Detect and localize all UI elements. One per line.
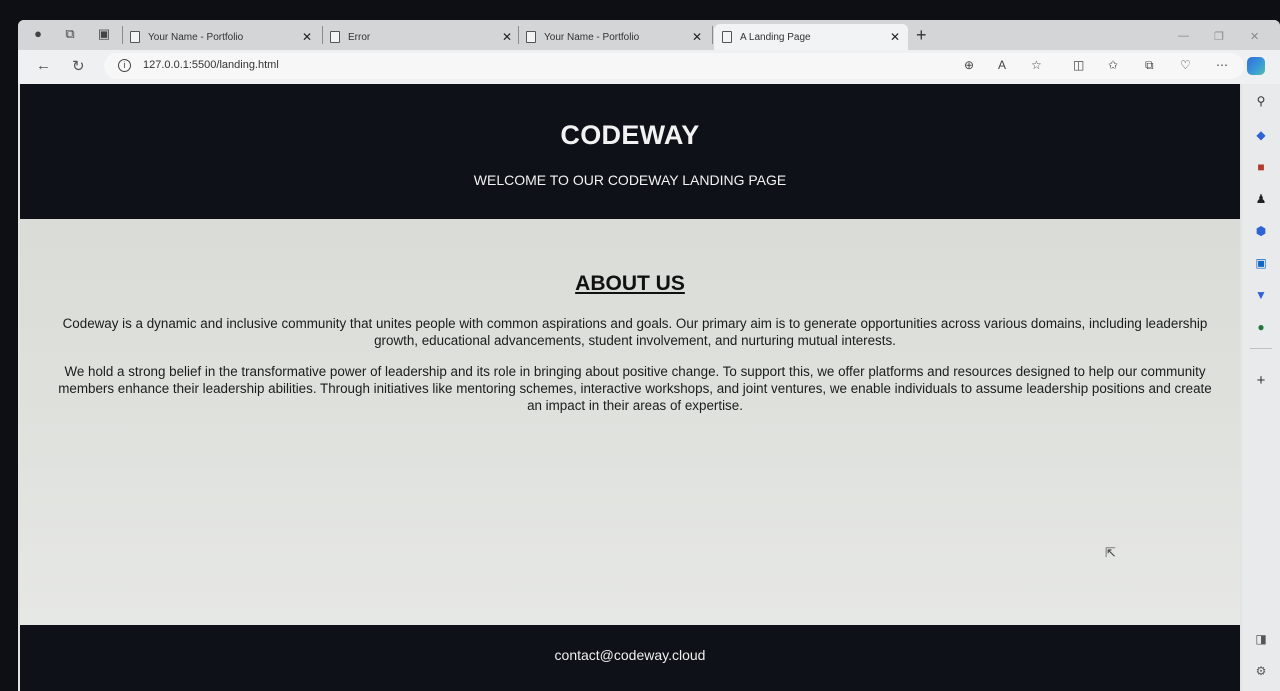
new-tab-icon[interactable]: + (916, 26, 927, 44)
sidebar-divider (1250, 348, 1272, 349)
tab-error[interactable]: Error ✕ (330, 24, 520, 50)
drop-icon[interactable]: ▼ (1254, 288, 1268, 302)
welcome-subtitle: WELCOME TO OUR CODEWAY LANDING PAGE (473, 172, 787, 188)
tab-bar: ● ⧉ ▣ Your Name - Portfolio ✕ Error ✕ Yo… (18, 20, 1280, 50)
search-icon[interactable]: ⚲ (1254, 94, 1268, 108)
tab-divider (712, 26, 713, 44)
address-toolbar: ← ↻ i 127.0.0.1:5500/landing.html ⊕ A ☆ … (18, 50, 1280, 84)
tab-title: Your Name - Portfolio (544, 31, 640, 43)
about-paragraph-2: We hold a strong belief in the transform… (58, 364, 1212, 413)
read-aloud-icon[interactable]: A (998, 58, 1006, 72)
tools-briefcase-icon[interactable]: ■ (1254, 160, 1268, 174)
browser-essentials-icon[interactable]: ♡ (1180, 58, 1191, 72)
tab-actions-icon[interactable]: ▣ (96, 26, 112, 42)
tab-title: Your Name - Portfolio (148, 31, 244, 43)
tab-divider (322, 26, 323, 44)
mouse-cursor-icon: ⇱ (1105, 545, 1116, 560)
landing-page: CODEWAY WELCOME TO OUR CODEWAY LANDING P… (20, 84, 1240, 691)
site-info-icon[interactable]: i (118, 59, 131, 72)
tab-title: A Landing Page (740, 31, 811, 43)
page-footer: contact@codeway.cloud (20, 625, 1240, 691)
close-icon[interactable]: ✕ (502, 30, 512, 44)
page-icon (130, 31, 140, 43)
about-heading: ABOUT US (575, 272, 685, 295)
tab-portfolio-1[interactable]: Your Name - Portfolio ✕ (130, 24, 320, 50)
games-icon[interactable]: ♟ (1254, 192, 1268, 206)
shopping-tag-icon[interactable]: ◆ (1254, 128, 1268, 142)
window-close-icon[interactable]: ✕ (1250, 30, 1259, 43)
maximize-icon[interactable]: ❐ (1214, 30, 1224, 43)
favorite-star-icon[interactable]: ☆ (1031, 58, 1042, 72)
favorites-icon[interactable]: ✩ (1108, 58, 1118, 72)
back-icon[interactable]: ← (36, 57, 51, 74)
outlook-icon[interactable]: ▣ (1254, 256, 1268, 270)
split-screen-icon[interactable]: ◫ (1073, 58, 1084, 72)
microsoft365-icon[interactable]: ⬢ (1254, 224, 1268, 238)
copilot-icon[interactable] (1247, 57, 1265, 75)
add-sidebar-icon[interactable]: + (1254, 373, 1268, 388)
tab-portfolio-2[interactable]: Your Name - Portfolio ✕ (526, 24, 710, 50)
tab-title: Error (348, 31, 371, 43)
close-icon[interactable]: ✕ (302, 30, 312, 44)
hero-header: CODEWAY WELCOME TO OUR CODEWAY LANDING P… (20, 84, 1240, 219)
workspaces-icon[interactable]: ⧉ (62, 26, 78, 42)
page-icon (330, 31, 340, 43)
close-icon[interactable]: ✕ (692, 30, 702, 44)
minimize-icon[interactable]: — (1178, 30, 1189, 42)
refresh-icon[interactable]: ↻ (72, 57, 85, 75)
close-icon[interactable]: ✕ (890, 30, 900, 44)
profile-icon[interactable]: ● (30, 26, 46, 42)
contact-email[interactable]: contact@codeway.cloud (20, 647, 1240, 663)
page-icon (526, 31, 536, 43)
tab-divider (122, 26, 123, 44)
site-title: CODEWAY (560, 120, 700, 150)
url-text[interactable]: 127.0.0.1:5500/landing.html (143, 59, 279, 71)
tab-divider (518, 26, 519, 44)
zoom-icon[interactable]: ⊕ (964, 58, 974, 72)
about-paragraph-1: Codeway is a dynamic and inclusive commu… (62, 316, 1208, 348)
tree-icon[interactable]: ● (1254, 320, 1268, 334)
sidebar-settings-icon[interactable]: ⚙ (1254, 664, 1268, 678)
page-icon (722, 31, 732, 43)
tab-landing-page[interactable]: A Landing Page ✕ (714, 24, 908, 50)
collections-icon[interactable]: ⧉ (1145, 58, 1154, 73)
more-menu-icon[interactable]: ⋯ (1216, 58, 1228, 72)
edge-sidebar: ⚲ ◆ ■ ♟ ⬢ ▣ ▼ ● + ◨ ⚙ (1242, 84, 1280, 691)
hide-sidebar-icon[interactable]: ◨ (1254, 632, 1268, 646)
browser-window: ● ⧉ ▣ Your Name - Portfolio ✕ Error ✕ Yo… (18, 20, 1280, 691)
